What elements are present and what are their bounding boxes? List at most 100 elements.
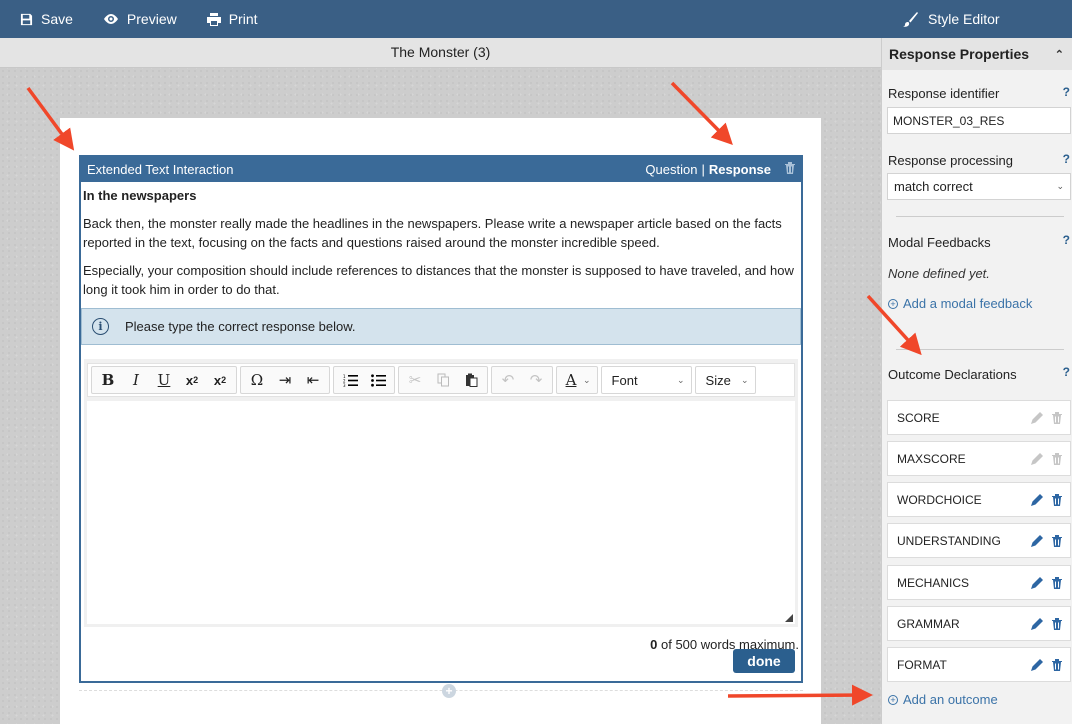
paste-icon[interactable] [457,368,485,392]
edit-pencil-icon[interactable] [1031,493,1043,506]
style-editor-label: Style Editor [928,11,1000,27]
tab-question[interactable]: Question [645,162,697,177]
add-modal-feedback-link[interactable]: + Add a modal feedback [888,296,1032,311]
print-button[interactable]: Print [206,11,258,27]
style-editor-button[interactable]: Style Editor [881,0,1072,38]
done-button[interactable]: done [733,649,795,673]
info-notice: i Please type the correct response below… [81,308,801,345]
save-button[interactable]: Save [20,11,73,27]
help-icon[interactable]: ? [1063,85,1070,99]
interaction-tabs: Question | Response [645,162,771,177]
preview-button[interactable]: Preview [103,11,177,27]
font-select[interactable]: Font ⌄ [600,366,692,394]
response-processing-label: Response processing [888,153,1014,168]
prompt-heading: In the newspapers [83,188,197,203]
modal-feedbacks-empty: None defined yet. [888,266,990,281]
font-select-label: Font [611,372,638,388]
delete-interaction-button[interactable] [785,162,795,177]
trash-icon[interactable] [1052,534,1062,547]
plus-circle-icon: + [888,298,898,309]
edit-pencil-icon[interactable] [1031,534,1043,547]
outcome-name: MECHANICS [897,575,970,590]
word-count-value: 0 [650,637,658,652]
numbered-list-icon[interactable]: 123 [336,368,364,392]
tab-response[interactable]: Response [709,162,771,177]
trash-icon[interactable] [1052,452,1062,465]
edit-pencil-icon[interactable] [1031,617,1043,630]
size-select[interactable]: Size ⌄ [694,366,756,394]
brush-icon [903,11,918,27]
list-group: 123 [333,366,395,394]
italic-icon[interactable]: I [122,368,150,392]
outcome-row: MAXSCORE [887,441,1071,476]
copy-icon[interactable] [429,368,457,392]
help-icon[interactable]: ? [1063,365,1070,379]
outcome-row: GRAMMAR [887,606,1071,641]
add-outcome-link[interactable]: + Add an outcome [888,692,998,707]
svg-text:3: 3 [343,383,346,387]
outcome-row: UNDERSTANDING [887,523,1071,558]
trash-icon[interactable] [1052,493,1062,506]
format-group: B I U x2 x2 [91,366,237,394]
save-label: Save [41,11,73,27]
chevron-down-icon[interactable]: ⌄ [583,375,591,386]
insert-divider [79,690,803,691]
response-properties-header[interactable]: Response Properties ⌃ [882,38,1072,70]
outcome-name: GRAMMAR [897,616,960,631]
edit-pencil-icon[interactable] [1031,576,1043,589]
trash-icon[interactable] [1052,576,1062,589]
item-title: The Monster (3) [0,38,881,68]
response-identifier-input[interactable] [887,107,1071,134]
editor-text-area[interactable] [87,401,795,624]
response-processing-value: match correct [894,179,973,194]
redo-icon[interactable]: ↷ [522,368,550,392]
trash-icon[interactable] [1052,617,1062,630]
info-text: Please type the correct response below. [125,319,356,334]
underline-icon[interactable]: U [150,368,178,392]
text-color-icon[interactable]: A [559,368,583,392]
undo-icon[interactable]: ↶ [494,368,522,392]
superscript-icon[interactable]: x2 [206,368,234,392]
help-icon[interactable]: ? [1063,233,1070,247]
subscript-icon[interactable]: x2 [178,368,206,392]
interaction-title: Extended Text Interaction [87,162,234,177]
add-block-icon[interactable]: + [442,684,456,698]
edit-pencil-icon[interactable] [1031,658,1043,671]
add-outcome-label: Add an outcome [903,692,998,707]
insert-group: Ω ⇥ ⇤ [240,366,330,394]
outcome-row: WORDCHOICE [887,482,1071,517]
indent-icon[interactable]: ⇥ [271,368,299,392]
outcome-name: WORDCHOICE [897,492,982,507]
help-icon[interactable]: ? [1063,152,1070,166]
preview-label: Preview [126,11,177,27]
editor-toolbar: B I U x2 x2 Ω ⇥ ⇤ 123 ✂ ↶ ↷ A ⌄ Font ⌄ S… [87,363,795,397]
divider [896,216,1064,217]
tab-separator: | [701,162,705,177]
prompt: In the newspapers Back then, the monster… [81,182,801,299]
edit-pencil-icon[interactable] [1031,452,1043,465]
clipboard-group: ✂ [398,366,488,394]
properties-panel: Response Properties ⌃ Response identifie… [881,38,1072,724]
prompt-paragraph-1: Back then, the monster really made the h… [83,216,782,250]
response-processing-select[interactable]: match correct ⌄ [887,173,1071,200]
cut-icon[interactable]: ✂ [401,368,429,392]
add-modal-feedback-label: Add a modal feedback [903,296,1033,311]
outdent-icon[interactable]: ⇤ [299,368,327,392]
chevron-up-icon[interactable]: ⌃ [1055,48,1064,61]
trash-icon[interactable] [1052,658,1062,671]
trash-icon [785,162,795,174]
special-character-icon[interactable]: Ω [243,368,271,392]
rich-text-editor: B I U x2 x2 Ω ⇥ ⇤ 123 ✂ ↶ ↷ A ⌄ Font ⌄ S… [84,359,798,627]
outcome-name: UNDERSTANDING [897,533,1001,548]
trash-icon[interactable] [1052,411,1062,424]
chevron-down-icon: ⌄ [741,374,749,385]
word-counter: 0 of 500 words maximum. [81,637,801,652]
edit-pencil-icon[interactable] [1031,411,1043,424]
resize-handle-icon[interactable] [785,614,793,622]
bullet-list-icon[interactable] [364,368,392,392]
size-select-label: Size [705,372,731,388]
bold-icon[interactable]: B [94,368,122,392]
info-icon: i [92,318,109,335]
extended-text-interaction[interactable]: Extended Text Interaction Question | Res… [79,155,803,683]
response-identifier-label: Response identifier [888,86,1000,101]
